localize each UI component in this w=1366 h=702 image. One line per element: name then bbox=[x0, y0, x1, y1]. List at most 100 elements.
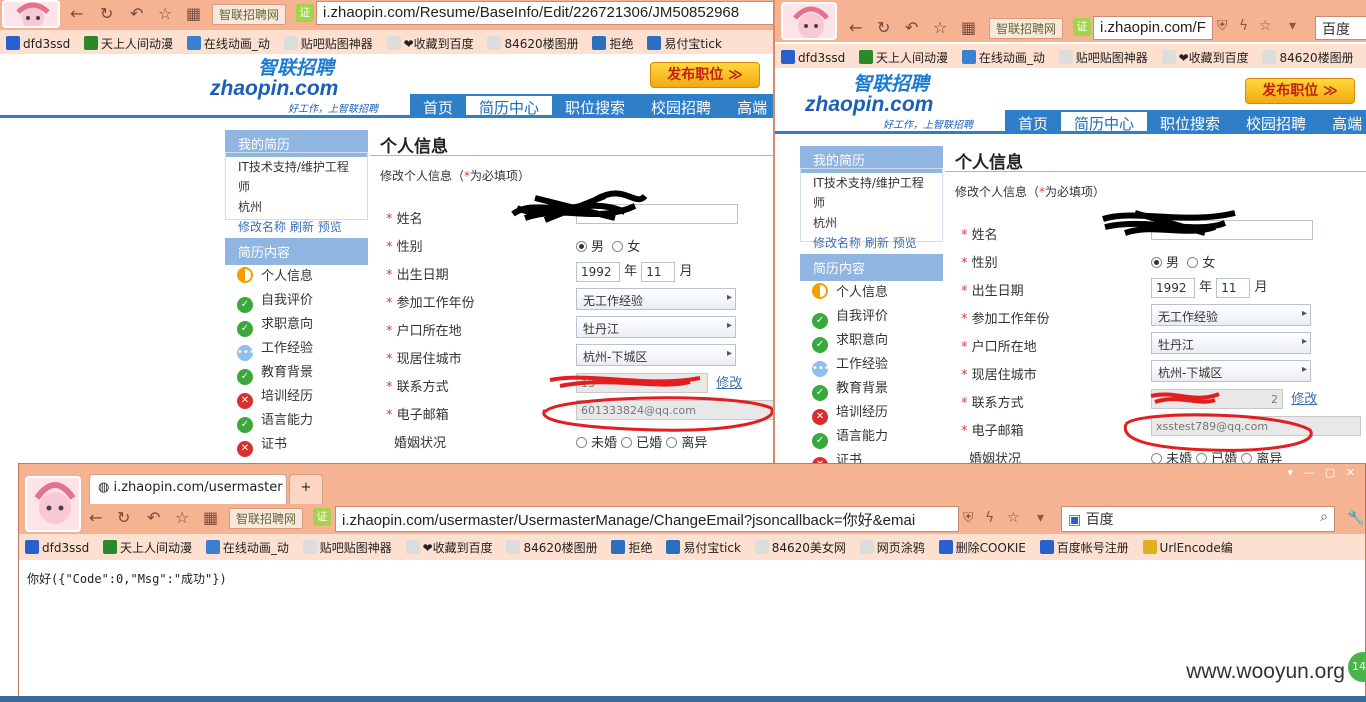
cert-icon[interactable]: 证 bbox=[1073, 18, 1091, 36]
undo-icon[interactable]: ↶ bbox=[905, 18, 918, 37]
section-item[interactable]: ✓ 自我评价 bbox=[812, 305, 888, 329]
shield-icon[interactable]: ⛨ bbox=[1217, 18, 1228, 34]
section-item[interactable]: ✕ 培训经历 bbox=[237, 385, 313, 409]
reload-icon[interactable]: ↻ bbox=[877, 18, 890, 37]
dropdown-icon[interactable]: ▾ bbox=[1289, 18, 1296, 34]
bookmark-item[interactable]: 在线动画_动 bbox=[186, 35, 270, 52]
hukou-select[interactable]: 牡丹江 bbox=[1151, 332, 1311, 354]
undo-icon[interactable]: ↶ bbox=[147, 508, 160, 527]
bookmark-item[interactable]: 84620楼图册 bbox=[487, 35, 579, 52]
name-input[interactable] bbox=[1151, 220, 1313, 240]
work-years-select[interactable]: 无工作经验 bbox=[576, 288, 736, 310]
restore-icon[interactable]: ▾ bbox=[1287, 466, 1293, 479]
bookmark-item[interactable]: 84620美女网 bbox=[754, 539, 846, 556]
bookmark-item[interactable]: ❤收藏到百度 bbox=[405, 539, 493, 556]
edit-contact-link[interactable]: 修改 bbox=[1291, 392, 1317, 407]
address-bar[interactable]: i.zhaopin.com/usermaster/UsermasterManag… bbox=[335, 506, 959, 532]
reload-icon[interactable]: ↻ bbox=[117, 508, 130, 527]
minimize-icon[interactable]: — bbox=[1303, 466, 1314, 479]
marital-divorced-radio[interactable] bbox=[666, 437, 678, 448]
bookmark-item[interactable]: 贴吧贴图神器 bbox=[283, 35, 373, 52]
reload-icon[interactable]: ↻ bbox=[100, 4, 113, 23]
bookmark-item[interactable]: ❤收藏到百度 bbox=[1161, 49, 1249, 66]
residence-select[interactable]: 杭州-下城区 bbox=[1151, 360, 1311, 382]
bookmark-item[interactable]: 百度帐号注册 bbox=[1039, 539, 1129, 556]
bookmark-item[interactable]: 84620楼图册 bbox=[1262, 49, 1354, 66]
gender-female-radio[interactable] bbox=[612, 241, 624, 252]
section-item[interactable]: ✓ 语言能力 bbox=[812, 425, 888, 449]
favorite-icon[interactable]: ☆ bbox=[1259, 18, 1272, 34]
lightning-icon[interactable]: ϟ bbox=[1239, 18, 1248, 34]
bookmark-item[interactable]: ❤收藏到百度 bbox=[386, 35, 474, 52]
bookmark-item[interactable]: 网页涂鸦 bbox=[859, 539, 925, 556]
grid-icon[interactable]: ▦ bbox=[203, 508, 218, 527]
bookmark-item[interactable]: 贴吧贴图神器 bbox=[1058, 49, 1148, 66]
gender-male-radio[interactable] bbox=[576, 241, 587, 252]
preview-link[interactable]: 预览 bbox=[893, 236, 917, 250]
section-item[interactable]: ••• 工作经验 bbox=[237, 337, 313, 361]
favorite-icon[interactable]: ☆ bbox=[1007, 510, 1020, 526]
bookmark-item[interactable]: 天上人间动漫 bbox=[84, 35, 173, 52]
gender-female-radio[interactable] bbox=[1187, 257, 1199, 268]
maximize-icon[interactable]: ▢ bbox=[1325, 466, 1335, 479]
name-input[interactable] bbox=[576, 204, 738, 224]
bookmark-item[interactable]: dfd3ssd bbox=[781, 50, 845, 65]
lightning-icon[interactable]: ϟ bbox=[985, 510, 994, 526]
refresh-link[interactable]: 刷新 bbox=[290, 220, 314, 234]
bookmark-item[interactable]: dfd3ssd bbox=[6, 36, 70, 51]
bookmark-item[interactable]: 天上人间动漫 bbox=[859, 49, 948, 66]
cert-icon[interactable]: 证 bbox=[313, 508, 331, 526]
rename-link[interactable]: 修改名称 bbox=[238, 220, 286, 234]
address-bar[interactable]: i.zhaopin.com/Resume/BaseInfo/Edit/22672… bbox=[316, 1, 775, 25]
tab-usermaster[interactable]: ◍ i.zhaopin.com/usermaster × bbox=[89, 474, 298, 504]
bookmark-item[interactable]: 易付宝tick bbox=[666, 539, 741, 556]
search-engine-box[interactable]: ▣ 百度 ⌕ bbox=[1061, 506, 1335, 532]
star-icon[interactable]: ☆ bbox=[933, 18, 947, 37]
publish-job-button[interactable]: 发布职位 ≫ bbox=[650, 62, 760, 88]
close-window-icon[interactable]: ✕ bbox=[1346, 466, 1355, 479]
bookmark-item[interactable]: 拒绝 bbox=[611, 539, 653, 556]
new-tab-button[interactable]: + bbox=[289, 474, 323, 504]
section-item[interactable]: 个人信息 bbox=[237, 265, 313, 289]
back-icon[interactable]: ← bbox=[70, 4, 83, 23]
dropdown-icon[interactable]: ▾ bbox=[1037, 510, 1044, 526]
work-years-select[interactable]: 无工作经验 bbox=[1151, 304, 1311, 326]
search-icon[interactable]: ⌕ bbox=[1320, 509, 1328, 525]
site-chip[interactable]: 智联招聘网 bbox=[212, 4, 287, 25]
section-item[interactable]: ✕ 证书 bbox=[237, 433, 313, 457]
birth-year-input[interactable]: 1992 bbox=[576, 261, 620, 282]
bookmark-item[interactable]: 84620楼图册 bbox=[506, 539, 598, 556]
site-chip[interactable]: 智联招聘网 bbox=[989, 18, 1064, 39]
wrench-icon[interactable]: 🔧 bbox=[1347, 510, 1364, 526]
bookmark-item[interactable]: 天上人间动漫 bbox=[103, 539, 192, 556]
bookmark-item[interactable]: 删除COOKIE bbox=[938, 539, 1026, 556]
edit-contact-link[interactable]: 修改 bbox=[716, 376, 742, 391]
section-item[interactable]: ••• 工作经验 bbox=[812, 353, 888, 377]
section-item[interactable]: ✕ 培训经历 bbox=[812, 401, 888, 425]
shield-icon[interactable]: ⛨ bbox=[963, 510, 974, 526]
bookmark-item[interactable]: dfd3ssd bbox=[25, 540, 89, 555]
star-icon[interactable]: ☆ bbox=[175, 508, 189, 527]
section-item[interactable]: ✓ 求职意向 bbox=[812, 329, 888, 353]
section-item[interactable]: ✓ 教育背景 bbox=[237, 361, 313, 385]
section-item[interactable]: ✓ 教育背景 bbox=[812, 377, 888, 401]
star-icon[interactable]: ☆ bbox=[158, 4, 172, 23]
bookmark-item[interactable]: 贴吧贴图神器 bbox=[302, 539, 392, 556]
bookmark-item[interactable]: 拒绝 bbox=[592, 35, 634, 52]
birth-month-input[interactable]: 11 bbox=[641, 261, 676, 282]
search-engine-box[interactable]: 百度 bbox=[1315, 16, 1366, 40]
bookmark-item[interactable]: 易付宝tick bbox=[647, 35, 722, 52]
birth-year-input[interactable]: 1992 bbox=[1151, 277, 1195, 298]
birth-month-input[interactable]: 11 bbox=[1216, 277, 1251, 298]
bookmark-item[interactable]: 在线动画_动 bbox=[205, 539, 289, 556]
preview-link[interactable]: 预览 bbox=[318, 220, 342, 234]
hukou-select[interactable]: 牡丹江 bbox=[576, 316, 736, 338]
site-logo[interactable]: 智联招聘 zhaopin.com 好工作，上智联招聘 bbox=[210, 59, 378, 115]
grid-icon[interactable]: ▦ bbox=[961, 18, 976, 37]
address-bar[interactable]: i.zhaopin.com/F bbox=[1093, 16, 1213, 40]
site-logo[interactable]: 智联招聘 zhaopin.com 好工作，上智联招聘 bbox=[805, 75, 973, 131]
section-item[interactable]: 个人信息 bbox=[812, 281, 888, 305]
bookmark-item[interactable]: 在线动画_动 bbox=[961, 49, 1045, 66]
undo-icon[interactable]: ↶ bbox=[130, 4, 143, 23]
site-chip[interactable]: 智联招聘网 bbox=[229, 508, 304, 529]
